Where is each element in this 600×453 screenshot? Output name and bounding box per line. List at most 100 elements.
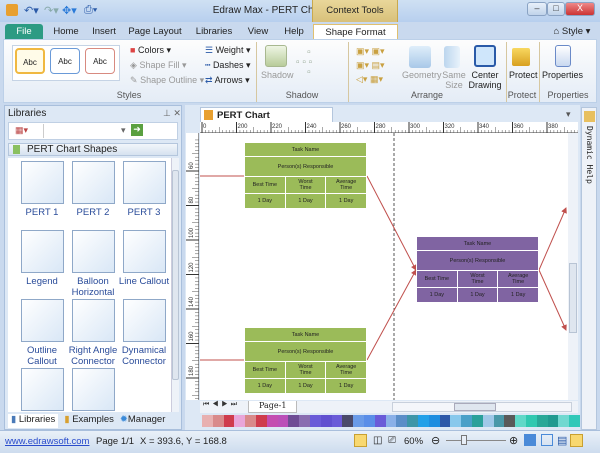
connector-arrow[interactable] <box>538 207 567 271</box>
grid-view-icon[interactable]: ▤ <box>557 434 567 447</box>
color-swatch[interactable] <box>266 415 278 427</box>
scrollbar-thumb[interactable] <box>569 263 577 333</box>
tab-help[interactable]: Help <box>280 24 308 39</box>
color-swatch[interactable] <box>536 415 548 427</box>
scrollbar-thumb[interactable] <box>172 170 179 380</box>
document-tab[interactable]: PERT Chart Template.edx ✕ <box>200 107 333 132</box>
color-swatch[interactable] <box>504 415 516 427</box>
page-nav-buttons[interactable]: ⏮◀▶⏭ <box>203 401 240 409</box>
color-swatch[interactable] <box>234 415 246 427</box>
go-arrow-icon[interactable]: ➜ <box>131 124 143 136</box>
color-swatch[interactable] <box>526 415 537 427</box>
tab-manager[interactable]: ✹Manager <box>120 414 165 428</box>
color-swatch[interactable] <box>407 415 419 427</box>
color-swatch[interactable] <box>245 415 257 427</box>
website-link[interactable]: www.edrawsoft.com <box>5 436 89 447</box>
color-swatch[interactable] <box>299 415 311 427</box>
color-swatch[interactable] <box>450 415 462 427</box>
normal-view-icon[interactable] <box>354 434 367 447</box>
full-screen-icon[interactable] <box>570 434 583 447</box>
connector-arrow[interactable] <box>366 175 417 271</box>
maximize-button[interactable]: □ <box>547 2 565 16</box>
color-swatch[interactable] <box>558 415 570 427</box>
properties-button[interactable]: Properties <box>542 70 583 80</box>
fit-page-icon[interactable] <box>524 434 536 446</box>
dashes-button[interactable]: ┅ Dashes ▾ <box>205 60 250 71</box>
color-swatch[interactable] <box>547 415 559 427</box>
center-drawing-button[interactable]: Center Drawing <box>468 70 502 90</box>
connector-arrow[interactable] <box>366 269 417 361</box>
scrollbar-thumb[interactable] <box>454 403 496 411</box>
protect-button[interactable]: Protect <box>509 70 538 80</box>
tab-list-dropdown-icon[interactable]: ▾ <box>566 109 571 120</box>
tab-insert[interactable]: Insert <box>88 24 120 39</box>
style-menu[interactable]: ⌂ Style ▾ <box>552 24 592 39</box>
color-swatch[interactable] <box>493 415 505 427</box>
color-swatch[interactable] <box>310 415 321 427</box>
tab-file[interactable]: File <box>5 24 43 39</box>
zoom-out-icon[interactable]: ⊖ <box>431 434 440 447</box>
color-swatch[interactable] <box>374 415 386 427</box>
style-sample-1[interactable]: Abc <box>15 48 45 74</box>
library-shape[interactable] <box>63 368 123 412</box>
arrows-button[interactable]: ⇄ Arrows ▾ <box>205 75 250 86</box>
colors-button[interactable]: ■ Colors ▾ <box>130 45 171 56</box>
zoom-slider-thumb[interactable] <box>461 435 467 445</box>
shadow-button[interactable]: Shadow <box>261 70 294 80</box>
same-size-button[interactable]: Same Size <box>442 70 466 90</box>
color-swatch[interactable] <box>202 415 213 427</box>
color-swatch[interactable] <box>569 415 581 427</box>
library-search-input[interactable] <box>43 124 133 138</box>
tab-libraries[interactable]: Libraries <box>192 24 236 39</box>
color-swatch[interactable] <box>515 415 527 427</box>
color-swatch[interactable] <box>482 415 494 427</box>
color-swatch[interactable] <box>364 415 375 427</box>
pert-task-box[interactable]: Task Name Person(s) Responsible Best Tim… <box>416 236 539 303</box>
color-swatch[interactable] <box>288 415 300 427</box>
shape-outline-button[interactable]: ✎ Shape Outline ▾ <box>130 75 204 86</box>
connector-arrow[interactable] <box>538 269 567 331</box>
color-swatch[interactable] <box>396 415 408 427</box>
color-swatch[interactable] <box>353 415 365 427</box>
color-swatch[interactable] <box>342 415 354 427</box>
color-swatch[interactable] <box>256 415 267 427</box>
library-scrollbar[interactable] <box>171 158 179 412</box>
tab-home[interactable]: Home <box>48 24 84 39</box>
page-tab[interactable]: Page-1 <box>248 401 298 413</box>
dropdown-icon[interactable]: ▾ <box>121 125 126 136</box>
library-shape[interactable]: Dynamical Connector <box>114 299 171 367</box>
color-swatch[interactable] <box>428 415 440 427</box>
dynamic-help-panel[interactable]: Dynamic Help <box>581 107 597 430</box>
split-view-icon[interactable]: ◫ <box>373 435 382 446</box>
library-shape[interactable]: PERT 3 <box>114 161 171 218</box>
zoom-in-icon[interactable]: ⊕ <box>509 434 518 447</box>
drawing-canvas[interactable]: Task Name Person(s) Responsible Best Tim… <box>200 133 568 400</box>
tab-examples[interactable]: ▮ Examples <box>64 414 114 428</box>
shadow-direction-icons[interactable]: ▫ ▫ ▫ ▫ ▫ <box>296 48 312 78</box>
color-swatch[interactable] <box>439 415 451 427</box>
library-grid-icon[interactable]: ▦▾ <box>15 125 28 136</box>
pert-task-box[interactable]: Task Name Person(s) Responsible Best Tim… <box>244 142 367 209</box>
tab-libraries-panel[interactable]: ▮ Libraries <box>8 414 59 428</box>
category-header[interactable]: PERT Chart Shapes <box>8 143 178 156</box>
arrange-small-icons[interactable]: ▣▾ ▣▾ ▣▾ ▤▾ ◁▾ ▦▾ <box>356 44 385 86</box>
color-swatch[interactable] <box>223 415 235 427</box>
style-sample-2[interactable]: Abc <box>50 48 80 74</box>
color-swatch[interactable] <box>212 415 224 427</box>
color-swatch[interactable] <box>331 415 343 427</box>
presentation-icon[interactable]: ⎚ <box>388 435 396 446</box>
weight-button[interactable]: ☰ Weight ▾ <box>205 45 250 56</box>
tab-page-layout[interactable]: Page Layout <box>127 24 183 39</box>
pert-task-box[interactable]: Task Name Person(s) Responsible Best Tim… <box>244 327 367 394</box>
color-swatch[interactable] <box>418 415 429 427</box>
tab-view[interactable]: View <box>243 24 273 39</box>
canvas-vertical-scrollbar[interactable] <box>568 133 578 400</box>
color-swatch[interactable] <box>461 415 473 427</box>
shape-fill-button[interactable]: ◈ Shape Fill ▾ <box>130 60 187 71</box>
minimize-button[interactable]: – <box>527 2 547 16</box>
pin-and-close-icons[interactable]: ⊥ ✕ <box>163 108 181 119</box>
fit-width-icon[interactable] <box>541 434 553 446</box>
color-swatch[interactable] <box>385 415 397 427</box>
library-shape[interactable]: Line Callout <box>114 230 171 287</box>
close-button[interactable]: X <box>565 2 595 16</box>
